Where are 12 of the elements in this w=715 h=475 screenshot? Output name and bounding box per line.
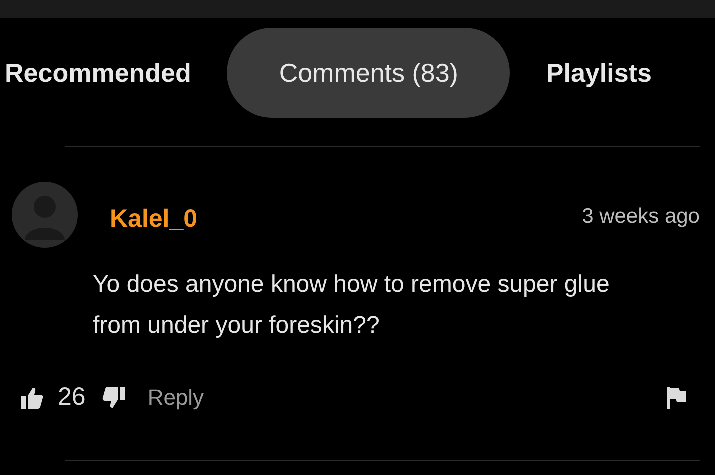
thumbs-down-icon[interactable] [102, 386, 126, 410]
like-count: 26 [58, 383, 86, 412]
flag-icon[interactable] [664, 386, 688, 410]
avatar-icon [12, 182, 78, 248]
username[interactable]: Kalel_0 [110, 204, 582, 234]
tab[interactable]: Recommended [0, 28, 228, 118]
reply-button[interactable]: Reply [148, 384, 204, 410]
tab[interactable]: Playlists [510, 28, 688, 118]
timestamp: 3 weeks ago [582, 205, 700, 229]
comment-text: Yo does anyone know how to remove super glue from under your foreskin?? [93, 270, 611, 341]
tab[interactable]: Comments (83) [227, 28, 510, 118]
thumbs-up-icon[interactable] [20, 386, 44, 410]
